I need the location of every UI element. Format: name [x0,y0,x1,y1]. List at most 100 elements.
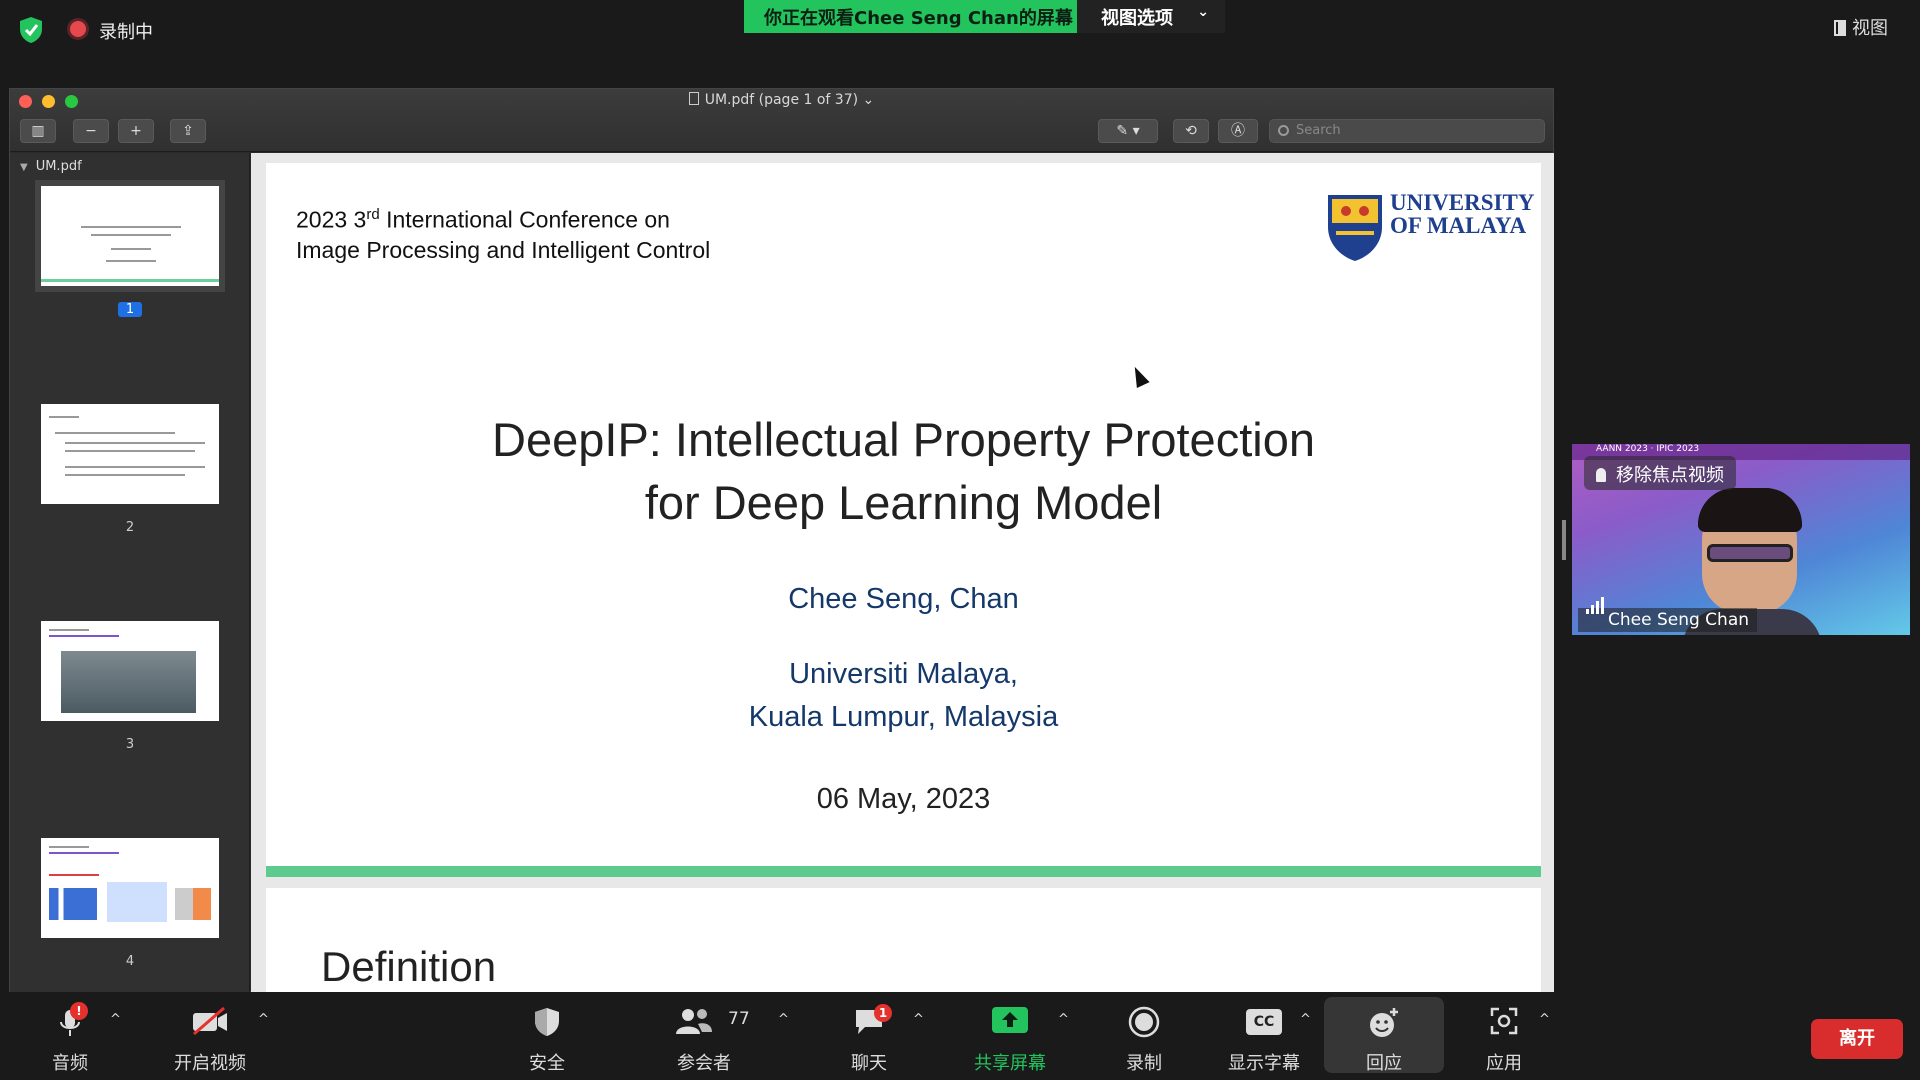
presentation-date: 06 May, 2023 [816,783,991,815]
chevron-down-icon: ⌄ [862,92,875,108]
page-number-2: 2 [125,520,135,535]
sidebar-toggle-button[interactable]: ▥ [20,119,56,143]
page-thumbnail-3[interactable] [41,621,219,721]
pdf-page-2: Definition [266,888,1541,993]
view-button[interactable]: 视图 [1834,14,1888,40]
meeting-toolbar: ! 音频 ^ 开启视频 ^ 安全 77 参会者 ^ 1 聊天 ^ 共享屏幕 ^ … [0,992,1920,1080]
slide-title: DeepIP: Intellectual Property Protection… [492,413,1315,529]
pdf-page-1: 2023 3rd International Conference on Ima… [266,163,1541,877]
view-layout-icon [1834,20,1846,36]
chat-options-caret[interactable]: ^ [913,1012,924,1027]
leave-meeting-button[interactable]: 离开 [1811,1019,1903,1059]
apps-icon [1490,1007,1518,1035]
thumbnail-sidebar: ▼ UM.pdf 1 2 3 4 [10,153,250,993]
share-screen-label: 共享屏幕 [974,1053,1046,1074]
reactions-label: 回应 [1366,1053,1402,1074]
next-page-title: Definition [321,943,497,990]
logo-text-line1: UNIVERSITY [1390,190,1535,215]
participant-name: Chee Seng Chan [1608,610,1750,630]
audio-button[interactable]: ! 音频 [30,992,110,1080]
participants-options-caret[interactable]: ^ [778,1012,789,1027]
search-input[interactable]: Search [1269,119,1545,143]
share-options-caret[interactable]: ^ [1058,1012,1069,1027]
preview-titlebar: UM.pdf (page 1 of 37) ⌄ ▥ − + ⇪ ✎ ▾ ⟲ Ⓐ … [10,89,1553,152]
sidebar-file-name: UM.pdf [35,159,82,174]
view-label: 视图 [1852,18,1888,39]
panel-resize-handle[interactable] [1562,520,1566,560]
document-title[interactable]: UM.pdf (page 1 of 37) ⌄ [10,92,1553,108]
captions-options-caret[interactable]: ^ [1300,1012,1311,1027]
page-number-1: 1 [118,302,142,317]
page-number-4: 4 [125,954,135,969]
audio-warning-badge: ! [70,1002,88,1020]
apps-button[interactable]: 应用 [1464,992,1544,1080]
participant-hair [1698,488,1802,532]
view-options-button[interactable]: 视图选项 ⌄ [1077,0,1225,33]
video-label: 开启视频 [174,1053,246,1074]
chevron-down-icon: ⌄ [1197,4,1209,20]
conference-name: 2023 3rd International Conference on Ima… [296,206,711,263]
participants-label: 参会者 [677,1053,731,1074]
document-title-text: UM.pdf (page 1 of 37) [704,92,859,108]
preview-window: UM.pdf (page 1 of 37) ⌄ ▥ − + ⇪ ✎ ▾ ⟲ Ⓐ … [9,88,1554,993]
shield-icon [535,1008,559,1036]
participants-button[interactable]: 77 参会者 [664,992,750,1080]
chat-button[interactable]: 1 聊天 [829,992,909,1080]
university-crest-icon [1328,195,1382,261]
author-affiliation: Universiti Malaya, Kuala Lumpur, Malaysia [748,658,1059,733]
author-name: Chee Seng, Chan [788,583,1019,615]
participant-video-tile[interactable]: AANN 2023 · IPIC 2023 移除焦点视频 Chee Seng C… [1572,444,1910,635]
audio-options-caret[interactable]: ^ [110,1012,121,1027]
video-off-icon [193,1006,227,1036]
video-options-caret[interactable]: ^ [258,1012,269,1027]
start-video-button[interactable]: 开启视频 [160,992,260,1080]
share-screen-icon [992,1007,1028,1033]
recording-icon [70,21,86,37]
share-icon[interactable]: ⇪ [170,119,206,143]
reactions-button[interactable]: 回应 [1344,992,1424,1080]
record-icon [1128,1006,1160,1038]
sidebar-file-header[interactable]: ▼ UM.pdf [20,159,82,174]
page-thumbnail-2[interactable] [41,404,219,504]
viewing-share-banner: 你正在观看Chee Seng Chan的屏幕 [744,0,1093,33]
document-icon [688,92,699,105]
audio-label: 音频 [52,1053,88,1074]
chat-label: 聊天 [851,1053,887,1074]
slide-footer-bar [266,866,1541,877]
meeting-top-bar: 录制中 你正在观看Chee Seng Chan的屏幕 视图选项 ⌄ 视图 [0,0,1920,60]
markup-pen-button[interactable]: ✎ ▾ [1098,119,1158,143]
record-button[interactable]: 录制 [1104,992,1184,1080]
page-thumbnail-1[interactable] [35,180,225,292]
document-view[interactable]: 2023 3rd International Conference on Ima… [251,153,1554,993]
logo-text-line2: OF MALAYA [1390,213,1527,238]
security-button[interactable]: 安全 [507,992,587,1080]
participants-icon [676,1009,712,1034]
search-placeholder: Search [1296,123,1341,138]
captions-icon: CC [1246,1009,1282,1035]
page-thumbnail-4[interactable] [41,838,219,938]
unpin-video-button[interactable]: 移除焦点视频 [1584,456,1736,490]
apps-options-caret[interactable]: ^ [1539,1012,1550,1027]
participants-count: 77 [728,1009,750,1029]
apps-label: 应用 [1486,1053,1522,1074]
shield-check-icon[interactable] [18,16,44,44]
recording-status: 录制中 [99,22,153,43]
zoom-out-button[interactable]: − [73,119,109,143]
page-number-3: 3 [125,737,135,752]
share-screen-button[interactable]: 共享屏幕 [960,992,1060,1080]
zoom-in-button[interactable]: + [118,119,154,143]
disclosure-triangle-icon: ▼ [20,162,28,173]
captions-label: 显示字幕 [1228,1053,1300,1074]
captions-button[interactable]: CC 显示字幕 [1222,992,1306,1080]
participant-name-tag: Chee Seng Chan [1578,597,1758,632]
participant-glasses [1707,544,1793,562]
rotate-button[interactable]: ⟲ [1173,119,1209,143]
security-label: 安全 [529,1053,565,1074]
reactions-icon [1370,1008,1398,1037]
search-icon [1278,125,1289,136]
markup-toolbar-button[interactable]: Ⓐ [1218,119,1258,143]
record-label: 录制 [1126,1053,1162,1074]
chat-unread-badge: 1 [874,1004,892,1022]
unpin-video-label: 移除焦点视频 [1616,465,1724,486]
mouse-cursor-icon [1128,363,1150,389]
